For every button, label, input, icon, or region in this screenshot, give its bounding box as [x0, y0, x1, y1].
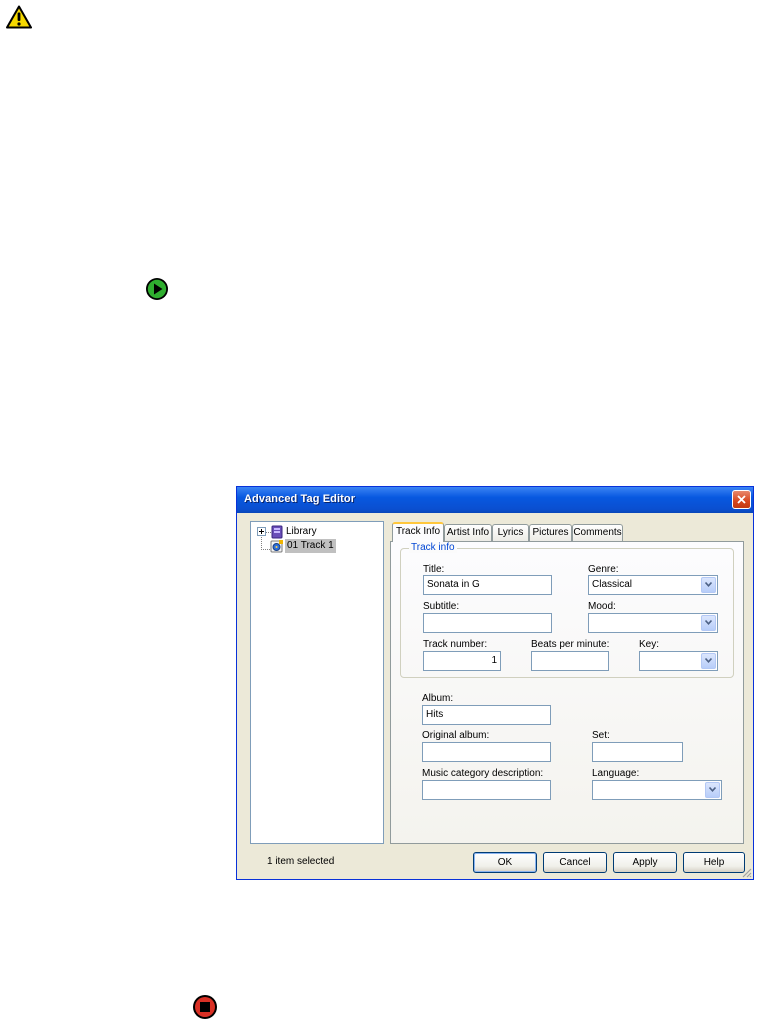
group-label: Track info — [409, 542, 457, 553]
tab-pictures[interactable]: Pictures — [529, 524, 572, 541]
genre-value: Classical — [592, 579, 633, 590]
mood-label: Mood: — [588, 601, 616, 612]
chevron-down-icon — [705, 582, 712, 587]
library-icon — [271, 525, 283, 539]
help-button[interactable]: Help — [683, 852, 745, 873]
track-number-input[interactable]: 1 — [423, 651, 501, 671]
apply-button[interactable]: Apply — [613, 852, 677, 873]
tab-track-info[interactable]: Track Info — [392, 522, 444, 542]
advanced-tag-editor-dialog: Advanced Tag Editor Library 01 Track 1 T… — [236, 486, 754, 880]
original-album-label: Original album: — [422, 730, 490, 741]
language-label: Language: — [592, 768, 640, 779]
dialog-titlebar[interactable]: Advanced Tag Editor — [237, 487, 753, 513]
album-label: Album: — [422, 693, 454, 704]
chevron-down-icon — [705, 658, 712, 663]
cancel-button[interactable]: Cancel — [543, 852, 607, 873]
language-select[interactable] — [592, 780, 722, 800]
key-select[interactable] — [639, 651, 718, 671]
title-label: Title: — [423, 564, 445, 575]
bpm-input[interactable] — [531, 651, 609, 671]
resize-grip-icon[interactable] — [740, 866, 752, 878]
language-dropdown-button[interactable] — [705, 782, 720, 798]
mood-select[interactable] — [588, 613, 718, 633]
close-icon — [737, 495, 746, 504]
status-text: 1 item selected — [267, 856, 335, 867]
set-label: Set: — [592, 730, 610, 741]
music-category-label: Music category description: — [422, 768, 544, 779]
genre-label: Genre: — [588, 564, 619, 575]
original-album-input[interactable] — [422, 742, 551, 762]
title-input[interactable]: Sonata in G — [423, 575, 552, 595]
music-category-input[interactable] — [422, 780, 551, 800]
tab-artist-info[interactable]: Artist Info — [444, 524, 492, 541]
key-label: Key: — [639, 639, 660, 650]
subtitle-label: Subtitle: — [423, 601, 460, 612]
library-tree[interactable]: Library 01 Track 1 — [250, 521, 384, 844]
chevron-down-icon — [705, 620, 712, 625]
genre-select[interactable]: Classical — [588, 575, 718, 595]
track-info-panel: Track info Title: Sonata in G Genre: Cla… — [390, 541, 744, 844]
close-button[interactable] — [732, 490, 751, 509]
genre-dropdown-button[interactable] — [701, 577, 716, 593]
stop-icon — [193, 995, 217, 1019]
warning-icon — [6, 5, 32, 29]
ok-button[interactable]: OK — [473, 852, 537, 873]
tab-comments[interactable]: Comments — [572, 524, 623, 541]
track-number-label: Track number: — [423, 639, 488, 650]
key-dropdown-button[interactable] — [701, 653, 716, 669]
track-info-group: Track info Title: Sonata in G Genre: Cla… — [400, 542, 734, 678]
tab-lyrics[interactable]: Lyrics — [492, 524, 529, 541]
bpm-label: Beats per minute: — [531, 639, 610, 650]
chevron-down-icon — [709, 787, 716, 792]
tree-item-label: 01 Track 1 — [285, 539, 336, 553]
expand-icon[interactable] — [257, 527, 266, 536]
mood-dropdown-button[interactable] — [701, 615, 716, 631]
subtitle-input[interactable] — [423, 613, 552, 633]
play-icon — [146, 278, 168, 300]
set-input[interactable] — [592, 742, 683, 762]
album-input[interactable]: Hits — [422, 705, 551, 725]
dialog-title: Advanced Tag Editor — [244, 493, 356, 505]
audio-track-icon — [270, 540, 283, 553]
